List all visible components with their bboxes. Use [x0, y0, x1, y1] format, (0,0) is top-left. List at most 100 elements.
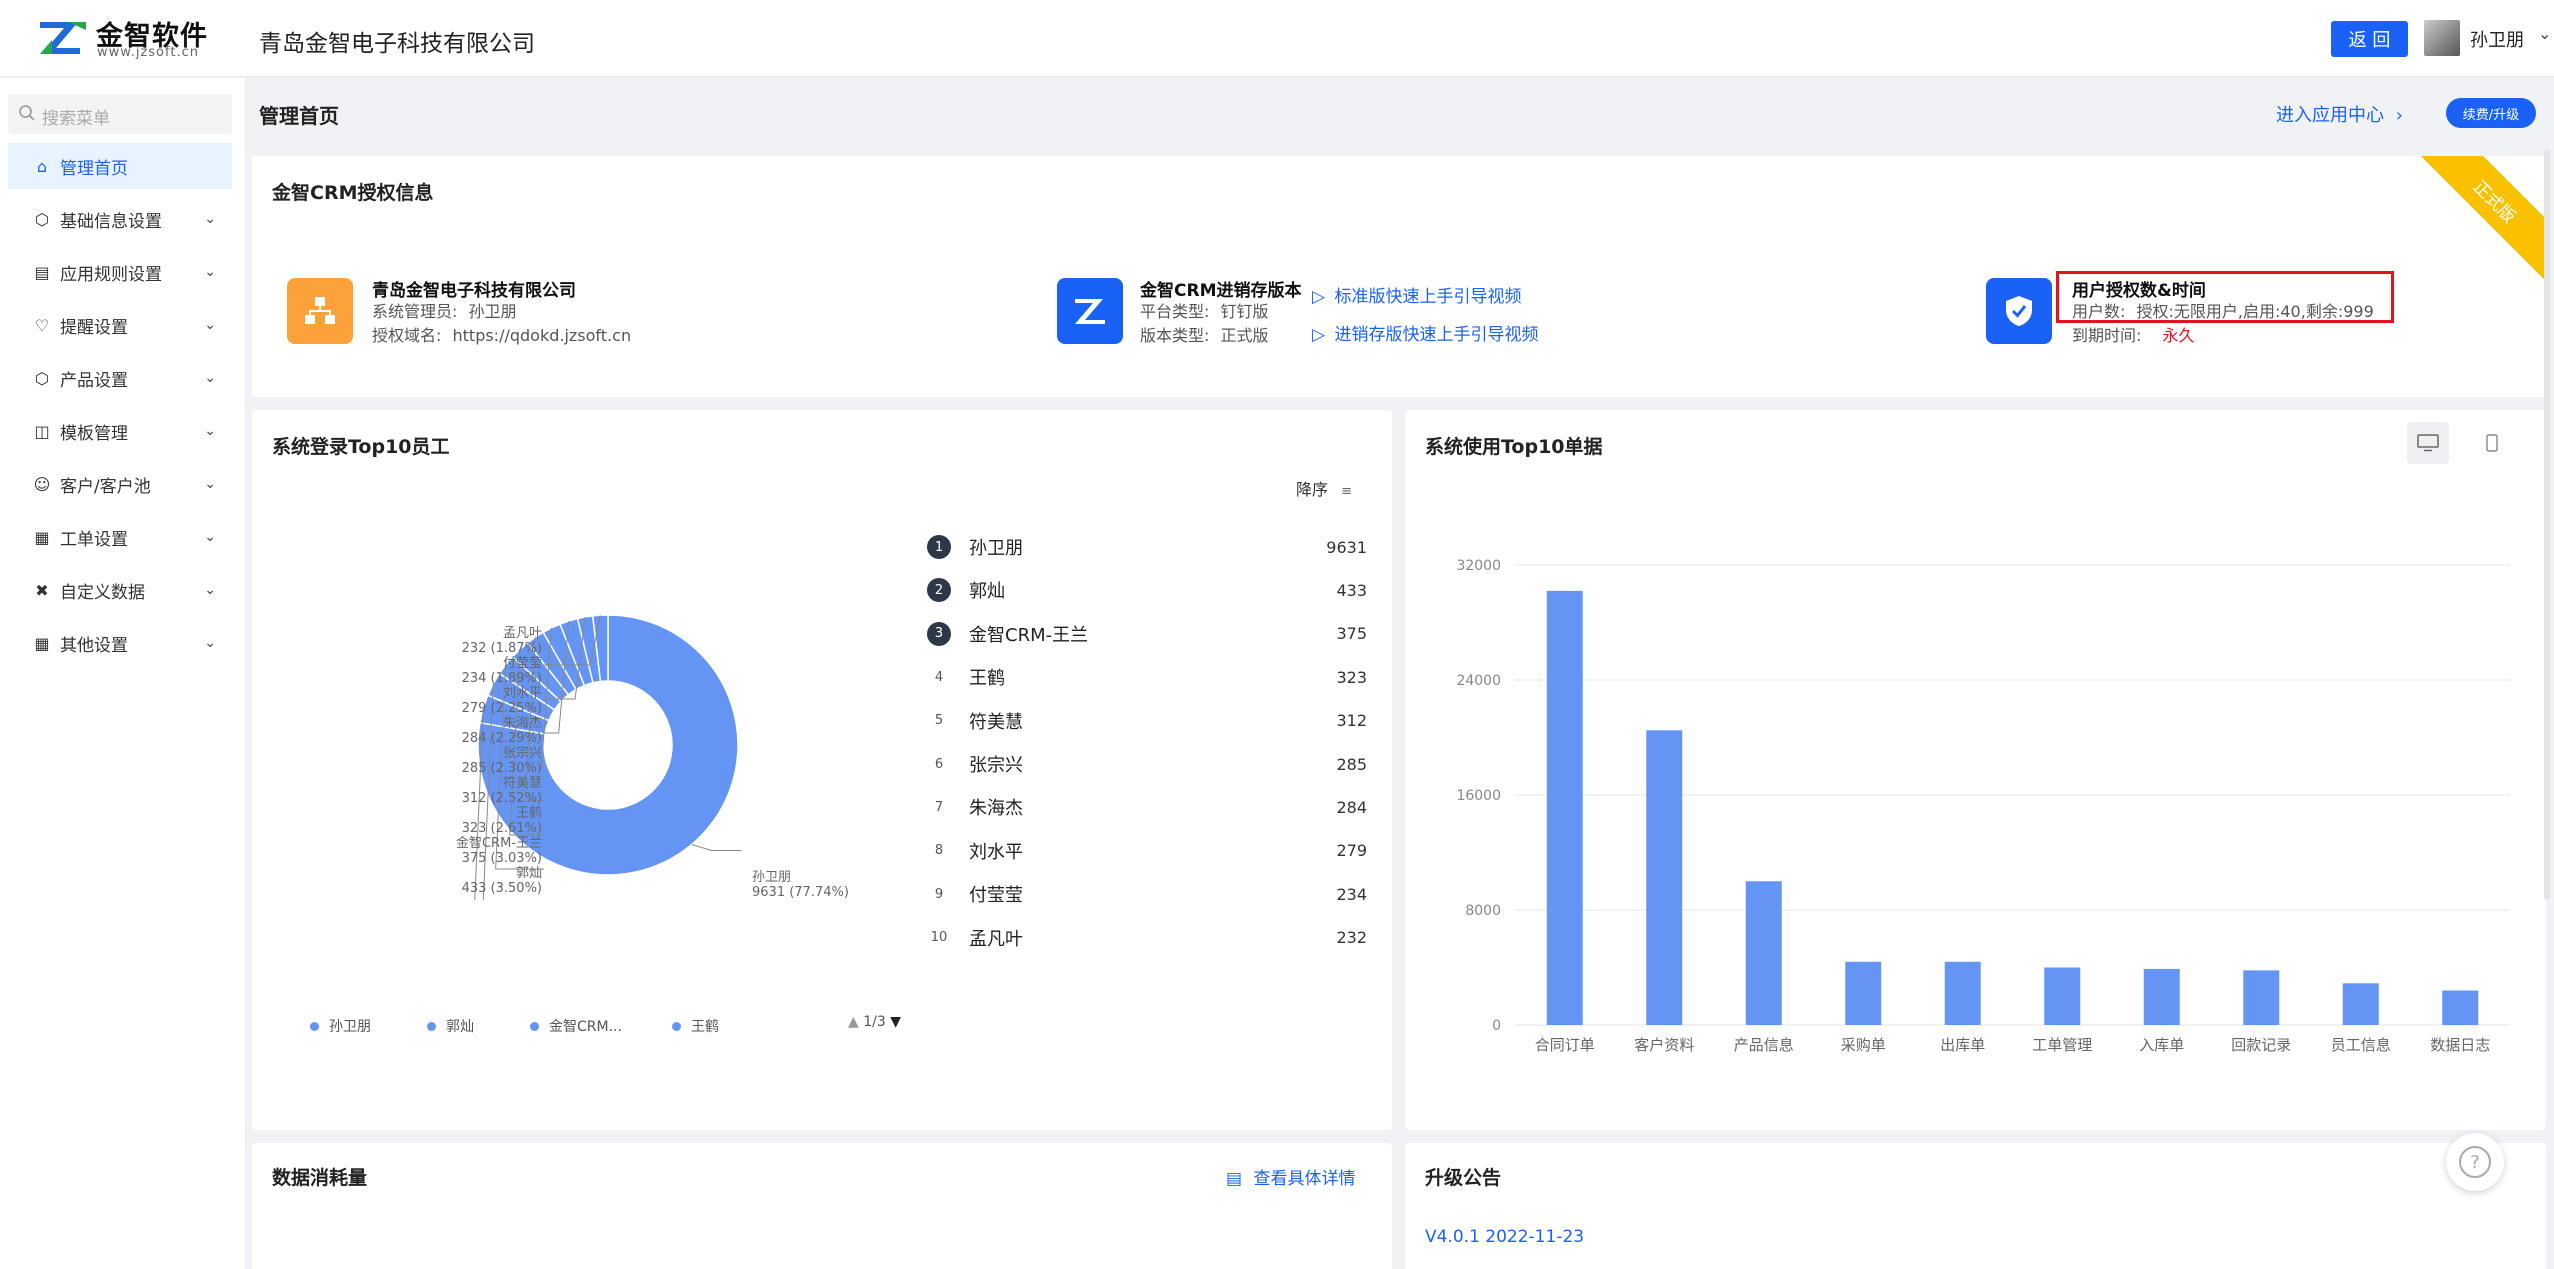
- x-tick-label: 员工信息: [2331, 1036, 2391, 1054]
- bar[interactable]: [1944, 961, 1981, 1025]
- help-button[interactable]: ?: [2446, 1133, 2504, 1191]
- sidebar-item-label: 其他设置: [60, 635, 128, 656]
- bar[interactable]: [2143, 968, 2180, 1025]
- notice-title: 升级公告: [1425, 1167, 1502, 1189]
- legend-dot: [530, 1021, 539, 1031]
- x-tick-label: 采购单: [1841, 1036, 1886, 1054]
- rank-name: 郭灿: [969, 581, 1005, 603]
- license-title: 金智CRM授权信息: [272, 182, 434, 204]
- chevron-down-icon: ⌄: [204, 582, 216, 598]
- sidebar-item-label: 提醒设置: [60, 317, 128, 338]
- rank-badge: 8: [934, 843, 944, 859]
- sidebar-item-label: 模板管理: [60, 423, 128, 444]
- legend-dot: [427, 1021, 436, 1031]
- pie-label-main: 孙卫朋 9631 (77.74%): [752, 870, 849, 900]
- sidebar-item-label: 产品设置: [60, 370, 128, 391]
- rank-name: 符美慧: [969, 711, 1023, 733]
- user-icon: ☺: [33, 474, 51, 494]
- license-platform: 平台类型: 钉钉版: [1140, 302, 1269, 321]
- ranking-row: 9 付莹莹 234: [927, 879, 1367, 909]
- x-tick-label: 回款记录: [2231, 1036, 2291, 1054]
- page-scrollbar[interactable]: [2544, 150, 2550, 900]
- rank-name: 孙卫朋: [969, 538, 1023, 559]
- donut-legend: 孙卫朋 郭灿 金智CRM... 王鹤: [310, 1016, 772, 1036]
- sidebar-item-reminder[interactable]: ♡ 提醒设置 ⌄: [8, 302, 232, 348]
- bar[interactable]: [2342, 983, 2379, 1025]
- sidebar-item-basic-info[interactable]: ⬡ 基础信息设置 ⌄: [8, 196, 232, 242]
- x-tick-label: 产品信息: [1734, 1036, 1794, 1054]
- bar[interactable]: [2044, 967, 2081, 1026]
- license-admin: 系统管理员: 孙卫朋: [372, 302, 517, 321]
- pie-label: 张宗兴: [502, 746, 542, 761]
- rank-value: 9631: [1326, 537, 1367, 557]
- bar[interactable]: [1845, 961, 1882, 1025]
- rank-value: 312: [1336, 711, 1367, 731]
- sidebar-item-app-rules[interactable]: ▤ 应用规则设置 ⌄: [8, 249, 232, 295]
- pie-label: 付莹莹: [502, 656, 542, 671]
- sidebar-item-home[interactable]: ⌂ 管理首页: [8, 143, 232, 189]
- standard-video-link[interactable]: ▷ 标准版快速上手引导视频: [1312, 282, 1521, 307]
- username[interactable]: 孙卫朋: [2470, 26, 2524, 52]
- bar[interactable]: [1745, 881, 1782, 1025]
- search-placeholder: 搜索菜单: [42, 109, 110, 129]
- sidebar-item-ticket[interactable]: ▦ 工单设置 ⌄: [8, 514, 232, 560]
- company-title: 青岛金智电子科技有限公司: [259, 31, 535, 57]
- legend-item[interactable]: 王鹤: [672, 1016, 772, 1036]
- page-up-icon[interactable]: ▲: [848, 1014, 859, 1030]
- highlight-box: [2056, 271, 2394, 323]
- sidebar-item-template[interactable]: ◫ 模板管理 ⌄: [8, 408, 232, 454]
- bar[interactable]: [2442, 990, 2479, 1026]
- enter-app-center-link[interactable]: 进入应用中心 ›: [2276, 101, 2403, 127]
- pie-label: 433 (3.50%): [461, 881, 542, 896]
- legend-item[interactable]: 郭灿: [427, 1016, 530, 1036]
- license-type: 版本类型: 正式版: [1140, 326, 1269, 345]
- play-icon: ▷: [1312, 287, 1326, 307]
- rank-badge: 6: [934, 756, 944, 772]
- back-button[interactable]: 返 回: [2331, 21, 2408, 57]
- rank-badge: 4: [934, 669, 944, 685]
- y-tick-label: 8000: [1465, 903, 1501, 919]
- play-icon: ▷: [1312, 325, 1326, 345]
- sidebar-item-customer[interactable]: ☺ 客户/客户池 ⌄: [8, 461, 232, 507]
- sidebar-item-label: 应用规则设置: [60, 264, 162, 285]
- shield-check-icon: [1986, 278, 2052, 344]
- sidebar-item-custom-data[interactable]: ✖ 自定义数据 ⌄: [8, 567, 232, 613]
- box-icon: ⬡: [35, 368, 49, 388]
- grid-icon: ▦: [34, 633, 50, 653]
- rank-value: 284: [1336, 797, 1367, 817]
- rank-name: 刘水平: [969, 841, 1023, 863]
- bar[interactable]: [1546, 590, 1583, 1025]
- sidebar-item-label: 自定义数据: [60, 582, 145, 603]
- notice-version-link[interactable]: V4.0.1 2022-11-23: [1425, 1227, 1584, 1247]
- rank-badge: 1: [927, 535, 951, 559]
- inventory-video-link[interactable]: ▷ 进销存版快速上手引导视频: [1312, 320, 1538, 345]
- data-usage-title: 数据消耗量: [272, 1167, 368, 1189]
- view-detail-link[interactable]: ▤ 查看具体详情: [1226, 1164, 1355, 1189]
- bar[interactable]: [2243, 970, 2280, 1025]
- renew-upgrade-button[interactable]: 续费/升级: [2446, 98, 2536, 128]
- ranking-row: 4 王鹤 323: [927, 662, 1367, 692]
- chevron-down-icon: ⌄: [204, 423, 216, 439]
- ranking-row: 7 朱海杰 284: [927, 792, 1367, 822]
- sidebar-item-product[interactable]: ⬡ 产品设置 ⌄: [8, 355, 232, 401]
- x-tick-label: 合同订单: [1535, 1036, 1595, 1054]
- sidebar-item-other[interactable]: ▦ 其他设置 ⌄: [8, 620, 232, 666]
- edition-ribbon: 正式版: [2402, 156, 2546, 294]
- rank-badge: 3: [927, 621, 951, 646]
- pie-label: 284 (2.29%): [461, 731, 542, 746]
- rank-name: 金智CRM-王兰: [969, 624, 1089, 646]
- chevron-down-icon[interactable]: ⌄: [2538, 24, 2551, 43]
- chevron-down-icon: ⌄: [204, 317, 216, 333]
- pie-label: 279 (2.25%): [461, 701, 542, 716]
- pie-label: 孟凡叶: [502, 626, 542, 641]
- rank-name: 孟凡叶: [969, 928, 1023, 950]
- sort-toggle[interactable]: 降序 ≡: [1296, 476, 1352, 500]
- legend-item[interactable]: 孙卫朋: [310, 1016, 427, 1036]
- pie-label: 375 (3.03%): [461, 851, 542, 866]
- legend-item[interactable]: 金智CRM...: [530, 1016, 672, 1036]
- bar[interactable]: [1646, 730, 1683, 1025]
- avatar[interactable]: [2424, 20, 2460, 56]
- ranking-row: 6 张宗兴 285: [927, 749, 1367, 779]
- page-down-icon[interactable]: ▼: [890, 1014, 901, 1030]
- chevron-down-icon: ⌄: [204, 635, 216, 651]
